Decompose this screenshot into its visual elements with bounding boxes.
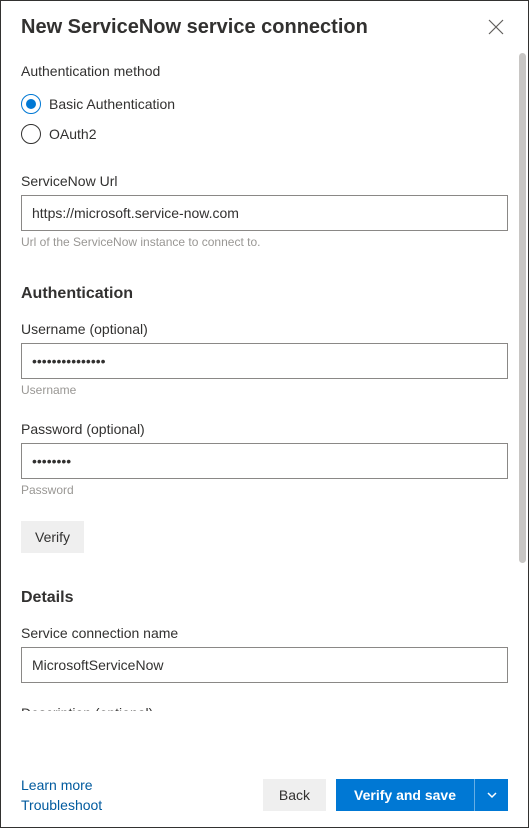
- radio-indicator: [21, 94, 41, 114]
- password-input[interactable]: [21, 443, 508, 479]
- radio-basic-authentication[interactable]: Basic Authentication: [21, 89, 508, 119]
- username-input[interactable]: [21, 343, 508, 379]
- learn-more-link[interactable]: Learn more: [21, 777, 102, 793]
- dialog-header: New ServiceNow service connection: [1, 1, 528, 45]
- password-field: Password (optional) Password: [21, 421, 508, 497]
- servicenow-url-field: ServiceNow Url Url of the ServiceNow ins…: [21, 173, 508, 249]
- field-help: Url of the ServiceNow instance to connec…: [21, 235, 508, 249]
- troubleshoot-link[interactable]: Troubleshoot: [21, 797, 102, 813]
- radio-label: Basic Authentication: [49, 96, 175, 112]
- close-button[interactable]: [484, 15, 508, 39]
- service-connection-dialog: New ServiceNow service connection Authen…: [0, 0, 529, 828]
- field-help: Username: [21, 383, 508, 397]
- field-label: Password (optional): [21, 421, 508, 437]
- username-field: Username (optional) Username: [21, 321, 508, 397]
- form-content: Authentication method Basic Authenticati…: [1, 45, 528, 767]
- connection-name-input[interactable]: [21, 647, 508, 683]
- footer-actions: Back Verify and save: [263, 779, 508, 811]
- cutoff-text: Description (optional): [21, 705, 508, 711]
- close-icon: [488, 19, 504, 35]
- connection-name-field: Service connection name: [21, 625, 508, 683]
- field-label: Username (optional): [21, 321, 508, 337]
- field-label: ServiceNow Url: [21, 173, 508, 189]
- authentication-heading: Authentication: [21, 285, 508, 303]
- verify-and-save-button[interactable]: Verify and save: [336, 779, 474, 811]
- details-heading: Details: [21, 589, 508, 607]
- content-wrapper: Authentication method Basic Authenticati…: [1, 45, 528, 767]
- field-help: Password: [21, 483, 508, 497]
- field-label: Service connection name: [21, 625, 508, 641]
- servicenow-url-input[interactable]: [21, 195, 508, 231]
- chevron-down-icon: [486, 789, 498, 801]
- radio-indicator: [21, 124, 41, 144]
- radio-oauth2[interactable]: OAuth2: [21, 119, 508, 149]
- verify-and-save-dropdown[interactable]: [474, 779, 508, 811]
- vertical-scrollbar[interactable]: [519, 53, 526, 563]
- verify-button[interactable]: Verify: [21, 521, 84, 553]
- radio-label: OAuth2: [49, 126, 96, 142]
- back-button[interactable]: Back: [263, 779, 326, 811]
- auth-method-radio-group: Basic Authentication OAuth2: [21, 89, 508, 149]
- auth-method-legend: Authentication method: [21, 63, 508, 79]
- dialog-footer: Learn more Troubleshoot Back Verify and …: [1, 767, 528, 827]
- dialog-title: New ServiceNow service connection: [21, 16, 368, 39]
- footer-links: Learn more Troubleshoot: [21, 777, 102, 813]
